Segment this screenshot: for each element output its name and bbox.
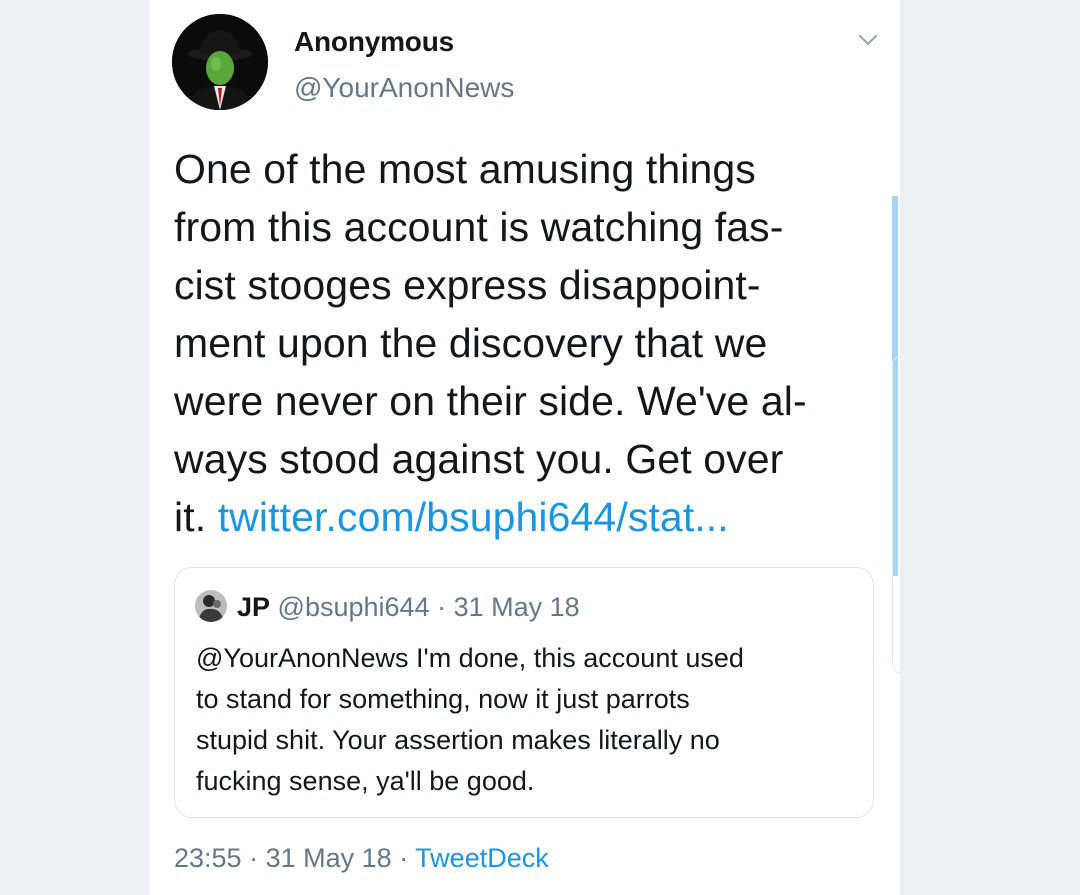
footer-separator: · bbox=[391, 843, 416, 873]
tweet-date[interactable]: 31 May 18 bbox=[266, 843, 392, 873]
tweet-text: One of the most amusing things from this… bbox=[174, 140, 874, 546]
quoted-author-name: JP bbox=[237, 592, 271, 622]
tweet-footer: 23:55 · 31 May 18 · TweetDeck bbox=[174, 843, 549, 874]
author-name[interactable]: Anonymous bbox=[294, 26, 454, 58]
scrollbar-rail bbox=[892, 356, 901, 673]
tweet-text-line: ment upon the discovery that we bbox=[174, 320, 768, 366]
quoted-tweet-header: JP @bsuphi644 · 31 May 18 bbox=[237, 590, 580, 624]
tweet-text-line: One of the most amusing things bbox=[174, 146, 756, 192]
tweet-text-line: were never on their side. We've al- bbox=[174, 378, 807, 424]
tweet-time[interactable]: 23:55 bbox=[174, 843, 242, 873]
quoted-tweet-link[interactable]: twitter.com/bsuphi644/stat... bbox=[218, 494, 729, 540]
author-handle[interactable]: @YourAnonNews bbox=[294, 72, 514, 104]
masked-figure-avatar-icon bbox=[172, 14, 268, 110]
tweet-card: Anonymous @YourAnonNews One of the most … bbox=[150, 0, 901, 895]
chevron-down-icon[interactable] bbox=[857, 32, 879, 48]
header-separator: · bbox=[429, 592, 454, 622]
quoted-author-handle: @bsuphi644 bbox=[277, 592, 430, 622]
quoted-tweet[interactable]: JP @bsuphi644 · 31 May 18 @YourAnonNews … bbox=[174, 567, 874, 818]
quoted-author-avatar bbox=[195, 590, 227, 622]
tweet-text-line: ways stood against you. Get over bbox=[174, 436, 784, 482]
tweet-text-line: cist stooges express disappoint- bbox=[174, 262, 761, 308]
tweet-source-link[interactable]: TweetDeck bbox=[415, 843, 549, 873]
quoted-tweet-date: 31 May 18 bbox=[453, 592, 580, 622]
footer-separator: · bbox=[241, 843, 266, 873]
tweet-text-line: from this account is watching fas- bbox=[174, 204, 784, 250]
tweet-text-line: it. bbox=[174, 494, 218, 540]
author-avatar[interactable] bbox=[172, 14, 268, 110]
tweet-text-last-line: it. twitter.com/bsuphi644/stat... bbox=[174, 488, 874, 546]
person-photo-icon bbox=[195, 590, 227, 622]
quoted-tweet-text: @YourAnonNews I'm done, this account use… bbox=[196, 643, 744, 796]
